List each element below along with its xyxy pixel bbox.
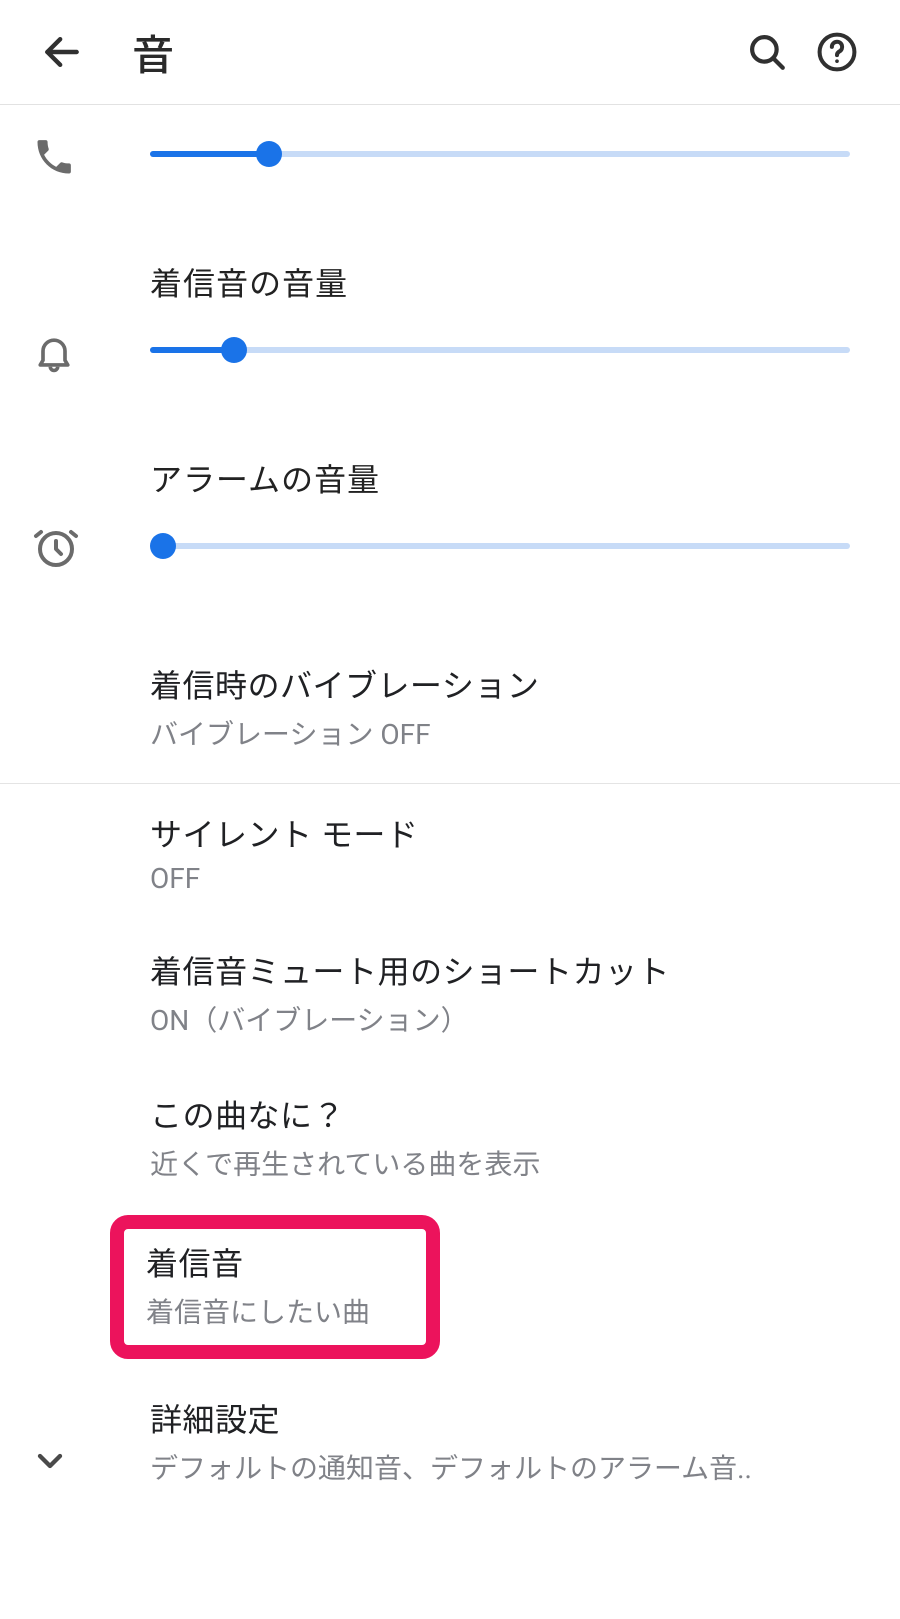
ringtone-sub: 着信音にしたい曲 [146,1291,404,1331]
ring-volume-label: 着信音の音量 [150,259,850,305]
advanced-sub: デフォルトの通知音、デフォルトのアラーム音.. [150,1447,860,1487]
mute-shortcut-item[interactable]: 着信音ミュート用のショートカット ON（バイブレーション） [0,921,900,1065]
ringtone-title: 着信音 [146,1239,404,1285]
now-playing-item[interactable]: この曲なに？ 近くで再生されている曲を表示 [0,1065,900,1209]
alarm-volume-slider[interactable] [150,531,850,561]
slider-thumb[interactable] [221,337,247,363]
ringtone-item[interactable]: 着信音 着信音にしたい曲 [110,1215,440,1359]
alarm-volume-row: アラームの音量 [0,415,900,621]
search-button[interactable] [732,17,802,87]
advanced-title: 詳細設定 [150,1395,860,1441]
call-volume-row [0,105,900,219]
silent-sub: OFF [150,862,860,895]
back-button[interactable] [32,22,92,82]
vibration-title: 着信時のバイブレーション [150,661,860,707]
slider-thumb[interactable] [150,533,176,559]
vibration-sub: バイブレーション OFF [150,713,860,753]
arrow-left-icon [40,30,84,74]
call-volume-slider[interactable] [150,139,850,169]
bell-icon [32,331,76,375]
vibration-item[interactable]: 着信時のバイブレーション バイブレーション OFF [0,621,900,783]
alarm-volume-label: アラームの音量 [150,455,850,501]
nowplay-sub: 近くで再生されている曲を表示 [150,1143,860,1183]
silent-title: サイレント モード [150,810,860,856]
shortcut-sub: ON（バイブレーション） [150,999,860,1039]
search-icon [746,31,788,73]
ring-volume-row: 着信音の音量 [0,219,900,415]
phone-icon [32,135,76,179]
help-button[interactable] [802,17,872,87]
chevron-down-icon [30,1441,70,1481]
ring-volume-slider[interactable] [150,335,850,365]
slider-thumb[interactable] [256,141,282,167]
help-icon [815,30,859,74]
app-bar: 音 [0,0,900,105]
shortcut-title: 着信音ミュート用のショートカット [150,947,860,993]
nowplay-title: この曲なに？ [150,1091,860,1137]
advanced-item[interactable]: 詳細設定 デフォルトの通知音、デフォルトのアラーム音.. [0,1365,900,1507]
silent-mode-item[interactable]: サイレント モード OFF [0,784,900,921]
page-title: 音 [132,22,732,83]
alarm-icon [32,523,80,571]
